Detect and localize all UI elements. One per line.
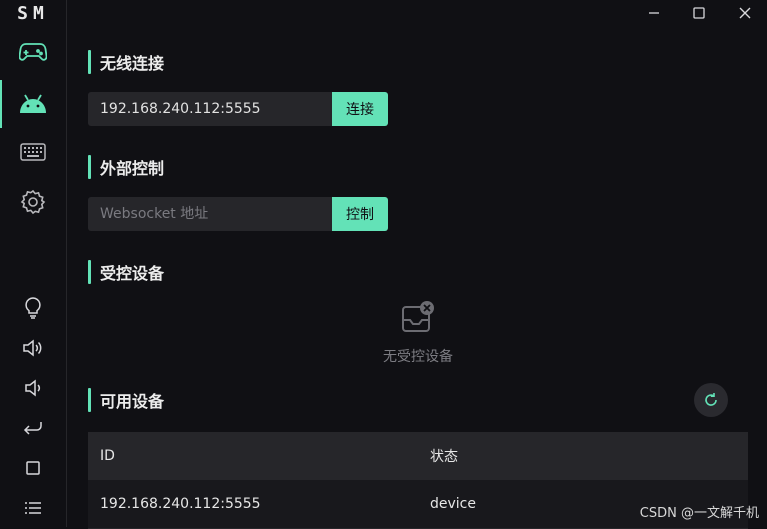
wireless-address-input[interactable] bbox=[88, 92, 332, 126]
back-icon bbox=[23, 422, 42, 435]
minimize-icon bbox=[649, 12, 659, 14]
lightbulb-icon bbox=[25, 297, 41, 319]
empty-inbox-icon bbox=[402, 301, 434, 332]
sidebar: SM bbox=[0, 0, 67, 527]
volume-down-icon bbox=[25, 379, 41, 397]
close-icon bbox=[739, 7, 751, 19]
minimize-button[interactable] bbox=[643, 2, 665, 24]
maximize-button[interactable] bbox=[688, 2, 710, 24]
list-icon bbox=[25, 502, 41, 514]
section-accent-bar bbox=[88, 50, 91, 74]
sidebar-item-settings[interactable] bbox=[0, 182, 66, 222]
sidebar-item-volume-down[interactable] bbox=[0, 368, 66, 408]
available-section-title: 可用设备 bbox=[88, 388, 164, 412]
section-accent-bar bbox=[88, 155, 91, 179]
column-header-status: 状态 bbox=[430, 449, 458, 465]
refresh-button[interactable] bbox=[694, 383, 728, 417]
sidebar-item-theme[interactable] bbox=[0, 288, 66, 328]
sidebar-item-gamepad[interactable] bbox=[0, 32, 66, 72]
app-logo: SM bbox=[17, 3, 49, 24]
volume-up-icon bbox=[23, 339, 42, 357]
keyboard-icon bbox=[20, 143, 46, 161]
external-section-title: 外部控制 bbox=[88, 155, 164, 179]
controlled-title: 受控设备 bbox=[100, 264, 165, 283]
sidebar-item-back[interactable] bbox=[0, 408, 66, 448]
column-header-id: ID bbox=[100, 448, 115, 464]
maximize-icon bbox=[693, 7, 705, 19]
sidebar-item-volume-up[interactable] bbox=[0, 328, 66, 368]
wireless-connect-row: 连接 bbox=[88, 92, 388, 126]
connect-button[interactable]: 连接 bbox=[332, 92, 388, 126]
section-accent-bar bbox=[88, 260, 91, 284]
sidebar-item-home[interactable] bbox=[0, 448, 66, 488]
android-icon bbox=[20, 94, 46, 113]
table-header: ID 状态 bbox=[88, 432, 748, 480]
watermark: CSDN @一文解千机 bbox=[639, 506, 759, 521]
available-title: 可用设备 bbox=[100, 392, 165, 411]
wireless-section-title: 无线连接 bbox=[88, 50, 164, 74]
sidebar-item-keyboard[interactable] bbox=[0, 132, 66, 172]
external-control-row: 控制 bbox=[88, 197, 388, 231]
sidebar-item-menu[interactable] bbox=[0, 488, 66, 528]
device-id-cell: 192.168.240.112:5555 bbox=[100, 496, 261, 512]
close-button[interactable] bbox=[734, 2, 756, 24]
section-accent-bar bbox=[88, 388, 91, 412]
websocket-address-input[interactable] bbox=[88, 197, 332, 231]
gamepad-icon bbox=[19, 43, 47, 61]
wireless-title: 无线连接 bbox=[100, 54, 165, 73]
empty-state-text: 无受控设备 bbox=[383, 349, 453, 365]
empty-state: 无受控设备 bbox=[360, 300, 476, 366]
refresh-icon bbox=[705, 393, 717, 406]
controlled-section-title: 受控设备 bbox=[88, 260, 164, 284]
gear-icon bbox=[20, 189, 46, 215]
square-icon bbox=[26, 461, 40, 475]
sidebar-item-android[interactable] bbox=[0, 80, 66, 128]
external-title: 外部控制 bbox=[100, 159, 165, 178]
control-button[interactable]: 控制 bbox=[332, 197, 388, 231]
